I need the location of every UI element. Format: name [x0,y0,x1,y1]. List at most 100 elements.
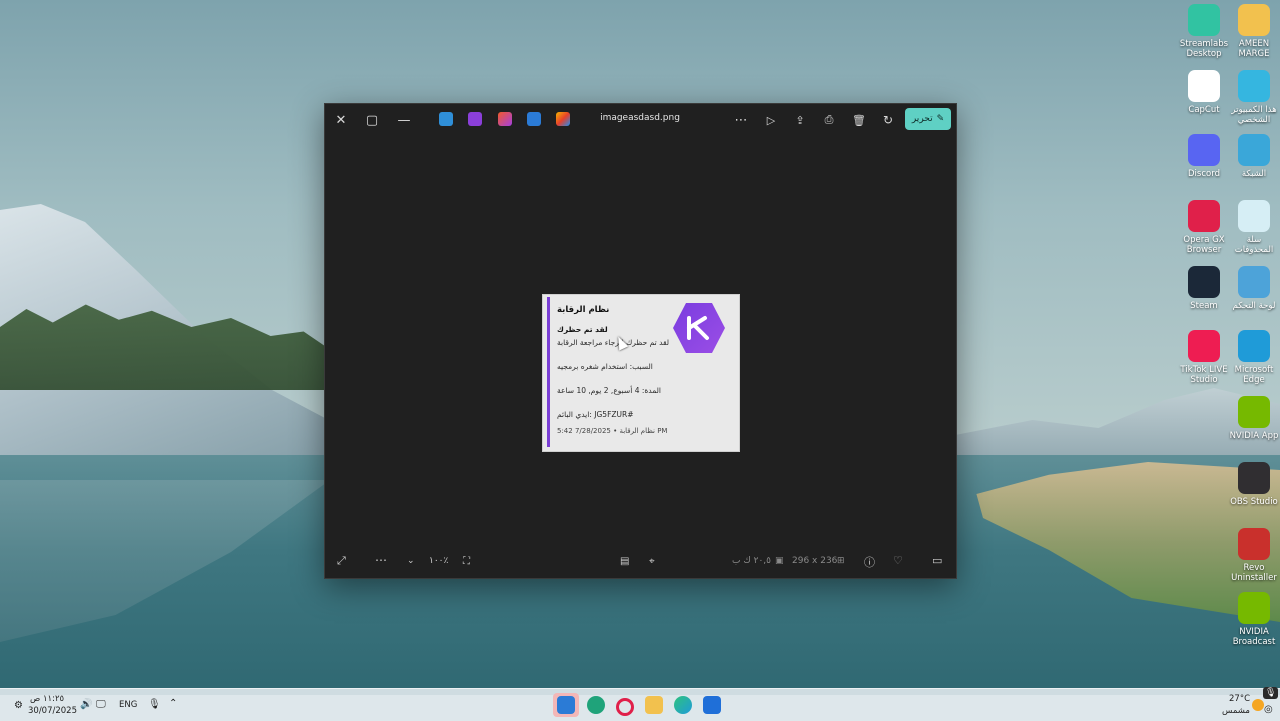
filmstrip-icon[interactable]: ▭ [932,554,942,567]
desktop-icon-label: الشبكة [1241,169,1267,179]
desktop-icon-discord[interactable]: Discord [1176,134,1232,179]
desktop-icon-opera-gx[interactable]: Opera GX Browser [1176,200,1232,255]
minimize-icon[interactable]: — [394,110,414,130]
volume-icon[interactable]: 🔊 [80,699,92,710]
weather-condition[interactable]: مشمس [1222,706,1250,716]
network-status-icon[interactable]: 🖵 [96,699,106,710]
expand-icon[interactable]: ⤢ [337,554,346,568]
file-size-icon: ▣ [775,556,784,566]
desktop-icon-label: TikTok LIVE Studio [1180,365,1228,385]
desktop-icon-label: Revo Uninstaller [1231,563,1277,583]
taskbar-edge-icon[interactable] [674,696,692,714]
microphone-icon[interactable]: 🎙 [148,699,161,710]
desktop-icon-folder[interactable]: AMEEN MARGE [1226,4,1280,59]
language-indicator[interactable]: ENG [119,700,137,710]
taskbar-streamlabs-icon[interactable] [587,696,605,714]
desktop-icon-label: Steam [1190,301,1218,311]
favorite-icon[interactable]: ♡ [893,554,903,567]
titlebar: ✕ ▢ — imageasdasd.png ⋯ ▷ ⇪ ⎙ 🗑 ↻ تحرير … [325,104,956,136]
delete-icon[interactable]: 🗑 [849,110,869,130]
capcut-icon [1188,70,1220,102]
file-name: imageasdasd.png [600,113,680,123]
desktop-icon-network[interactable]: الشبكة [1226,134,1280,179]
taskbar-opera-icon[interactable] [616,698,634,716]
fit-to-window-icon[interactable]: ⛶ [463,556,470,567]
streamlabs-icon [1188,4,1220,36]
settings-gear-icon[interactable]: ⚙ [14,700,23,711]
desktop-icon-nvidia-app[interactable]: NVIDIA App [1226,396,1280,441]
desktop-icon-label: لوحة التحكم [1232,301,1276,311]
desktop-icon-obs[interactable]: OBS Studio [1226,462,1280,507]
more-icon[interactable]: ⋯ [375,553,387,567]
network-icon [1238,134,1270,166]
chevron-up-icon[interactable]: ⌃ [169,698,177,709]
recycle-bin-icon [1238,200,1270,232]
embed-reporter-id: ايدي البائم: JG5FZUR# [557,410,634,419]
share-icon[interactable]: ⇪ [790,110,810,130]
copilot-icon[interactable] [556,112,570,126]
embed-description: لقد تم حظرك الرجاء مراجعة الرقابة [557,338,670,347]
desktop-icon-label: Microsoft Edge [1234,365,1274,385]
image-canvas[interactable]: نظام الرقابة لقد تم حظرك لقد تم حظرك الر… [325,136,956,546]
edit-button-label: تحرير [911,114,933,124]
file-size: ٢٠,٥ ك ب [732,556,771,566]
desktop-icon-control-panel[interactable]: لوحة التحكم [1226,266,1280,311]
edit-icon: ✎ [936,114,945,124]
ocr-icon[interactable]: ▤ [620,556,629,567]
control-panel-icon [1238,266,1270,298]
clipchamp-icon[interactable] [468,112,482,126]
desktop-icon-label: Streamlabs Desktop [1179,39,1229,59]
discord-icon [1188,134,1220,166]
desktop-icon-recycle-bin[interactable]: سلة المحذوفات [1226,200,1280,255]
zoom-level[interactable]: ١٠٠٪ [429,556,448,566]
desktop-icon-label: NVIDIA Broadcast [1232,627,1276,647]
visual-search-icon[interactable]: ⌖ [649,556,655,567]
notification-icon[interactable]: ◎ [1264,704,1273,715]
edit-button[interactable]: تحرير ✎ [905,108,951,130]
taskbar-photos-icon[interactable] [557,696,575,714]
sun-icon [1252,699,1264,711]
rotate-icon[interactable]: ↻ [878,110,898,130]
mic-active-icon[interactable]: 🎙 [1263,687,1279,699]
this-pc-icon [1238,70,1270,102]
desktop-icon-label: سلة المحذوفات [1234,235,1274,255]
nvidia-app-icon [1238,396,1270,428]
print-icon[interactable]: ⎙ [819,110,839,130]
start-icon[interactable] [703,696,721,714]
desktop-icon-this-pc[interactable]: هذا الكمبيوتر الشخصي [1226,70,1280,125]
info-icon[interactable]: ⓘ [864,554,875,570]
desktop-icon-nvidia-broadcast[interactable]: NVIDIA Broadcast [1226,592,1280,647]
desktop-icon-label: NVIDIA App [1229,431,1279,441]
desktop-icon-steam[interactable]: Steam [1176,266,1232,311]
dimensions-icon: ⊞ [837,556,845,566]
desktop-icon-label: هذا الكمبيوتر الشخصي [1231,105,1277,125]
desktop-icon-label: Opera GX Browser [1183,235,1225,255]
desktop-icon-streamlabs[interactable]: Streamlabs Desktop [1176,4,1232,59]
desktop-icon-capcut[interactable]: CapCut [1176,70,1232,115]
image-preview: نظام الرقابة لقد تم حظرك لقد تم حظرك الر… [542,294,740,452]
desktop-icon-label: OBS Studio [1230,497,1278,507]
designer-icon[interactable] [498,112,512,126]
slideshow-icon[interactable]: ▷ [761,110,781,130]
nvidia-broadcast-icon [1238,592,1270,624]
clock-time[interactable]: ١١:٢٥ ص [30,694,64,704]
desktop-icon-label: Discord [1188,169,1220,179]
desktop-icon-edge[interactable]: Microsoft Edge [1226,330,1280,385]
weather-temperature[interactable]: 27°C [1229,694,1250,704]
opera-gx-icon [1188,200,1220,232]
desktop-icon-label: CapCut [1188,105,1220,115]
embed-title: نظام الرقابة [557,305,610,315]
embed-accent-bar [547,297,550,447]
onedrive-icon[interactable] [439,112,453,126]
steam-icon [1188,266,1220,298]
clock-date[interactable]: 30/07/2025 [28,706,77,716]
paint-icon[interactable] [527,112,541,126]
close-icon[interactable]: ✕ [331,110,351,130]
desktop-icon-revo-uninstaller[interactable]: Revo Uninstaller [1226,528,1280,583]
taskbar-file-explorer-icon[interactable] [645,696,663,714]
more-options-icon[interactable]: ⋯ [731,110,751,130]
edge-icon [1238,330,1270,362]
chevron-down-icon[interactable]: ⌄ [407,556,415,566]
maximize-icon[interactable]: ▢ [362,110,382,130]
desktop-icon-tiktok-live[interactable]: TikTok LIVE Studio [1176,330,1232,385]
